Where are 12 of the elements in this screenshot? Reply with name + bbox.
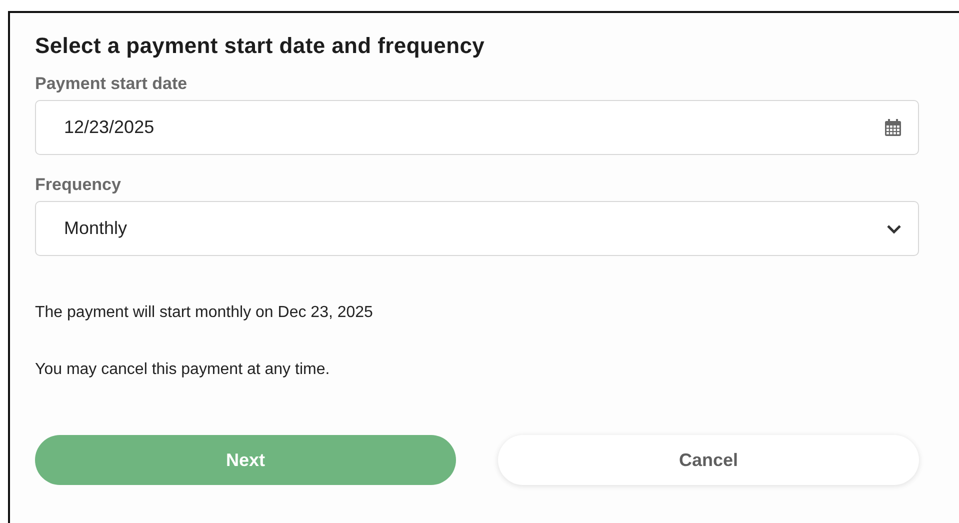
- info-text: You may cancel this payment at any time.: [35, 361, 331, 379]
- field-label: Payment start date: [35, 74, 188, 94]
- chevron-down-icon[interactable]: [886, 224, 902, 234]
- info-text: The payment will start monthly on Dec 23, 2025: [35, 304, 374, 322]
- field-label: Frequency: [35, 175, 122, 195]
- calendar-icon[interactable]: [884, 118, 902, 136]
- field-value: Monthly: [64, 218, 128, 239]
- frequency-select[interactable]: Monthly: [35, 201, 919, 256]
- date-field[interactable]: 12/23/2025: [35, 100, 919, 155]
- field-value: 12/23/2025: [64, 117, 154, 138]
- cancel-button[interactable]: Cancel: [498, 435, 919, 485]
- dialog-title: Select a payment start date and frequency: [35, 33, 486, 59]
